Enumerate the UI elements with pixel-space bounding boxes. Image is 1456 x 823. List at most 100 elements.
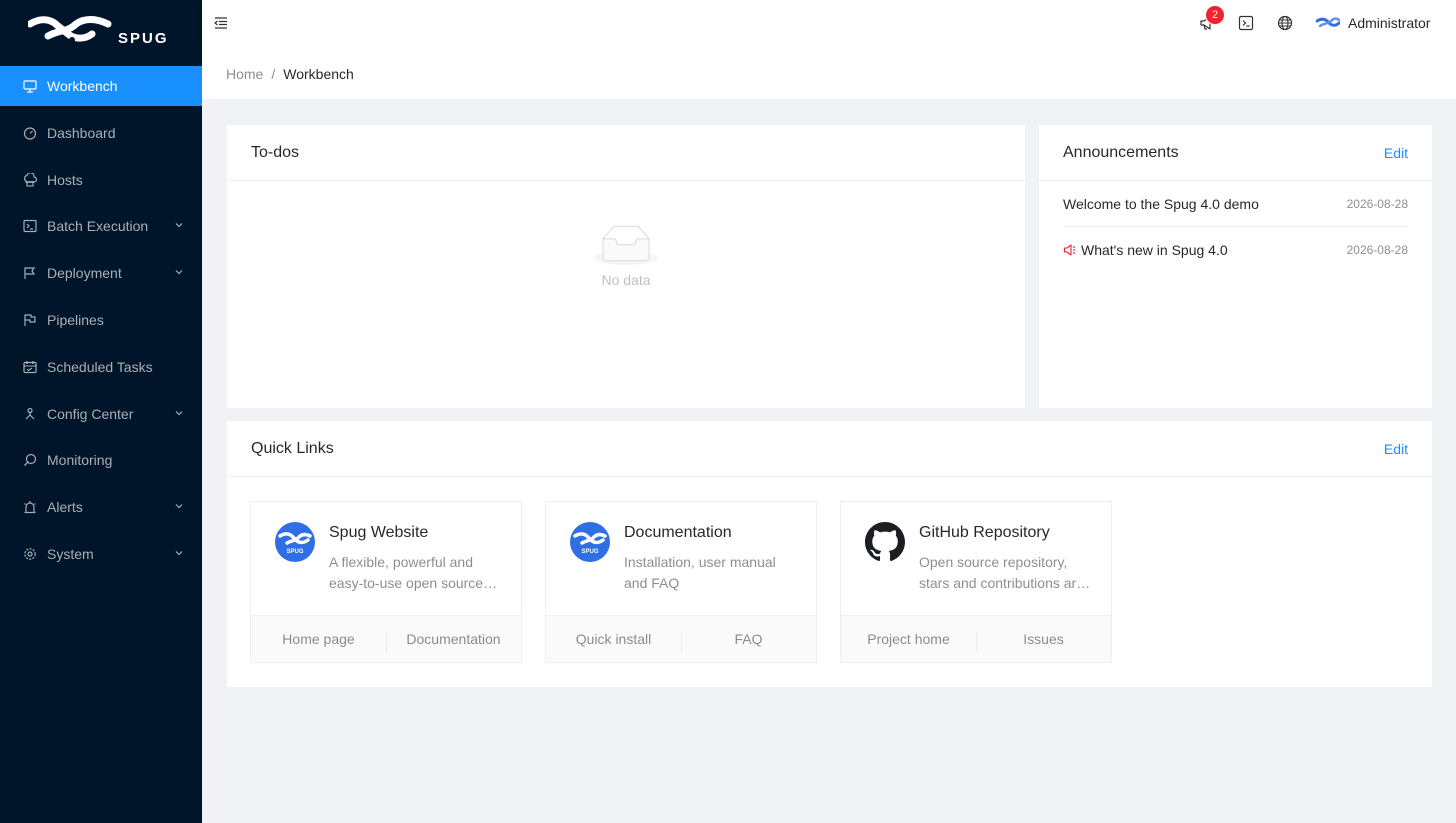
notification-badge: 2	[1206, 6, 1224, 24]
sidebar-item-pipelines[interactable]: Pipelines	[0, 300, 202, 340]
announcements-edit-link[interactable]: Edit	[1384, 145, 1408, 161]
announcement-item[interactable]: What's new in Spug 4.0 2026-08-28	[1063, 227, 1408, 273]
breadcrumb-current: Workbench	[283, 66, 354, 82]
sidebar-item-label: System	[47, 545, 94, 562]
quick-link-actions: Quick install FAQ	[546, 615, 816, 662]
breadcrumb-separator: /	[271, 66, 276, 82]
announcements-card: Announcements Edit Welcome to the Spug 4…	[1039, 125, 1432, 408]
empty-text: No data	[601, 272, 651, 288]
todos-card: To-dos No data	[227, 125, 1025, 408]
quick-link-action-project-home[interactable]: Project home	[841, 631, 976, 647]
sidebar-item-label: Monitoring	[47, 452, 113, 469]
breadcrumb-home[interactable]: Home	[226, 66, 263, 82]
sidebar-item-label: Config Center	[47, 405, 134, 422]
sidebar-item-deployment[interactable]: Deployment	[0, 253, 202, 293]
quick-link-actions: Project home Issues	[841, 615, 1111, 662]
quick-link-action-documentation[interactable]: Documentation	[386, 631, 521, 653]
sidebar-item-batch-execution[interactable]: Batch Execution	[0, 206, 202, 246]
quick-link-title: Documentation	[624, 524, 732, 541]
quick-link-desc: Open source repository, stars and contri…	[919, 554, 1084, 591]
globe-icon[interactable]	[1277, 15, 1293, 31]
announcement-list: Welcome to the Spug 4.0 demo 2026-08-28 …	[1039, 181, 1432, 273]
quick-link-title: Spug Website	[329, 524, 429, 541]
spug-avatar-icon: SPUG	[570, 522, 610, 562]
logo[interactable]: SPUG	[0, 0, 202, 66]
sidebar-item-label: Scheduled Tasks	[47, 358, 153, 375]
avatar-text: SPUG	[581, 549, 598, 555]
quick-links-title: Quick Links	[251, 439, 334, 457]
schedule-icon	[23, 360, 37, 374]
desktop-icon	[23, 79, 37, 93]
todos-title: To-dos	[251, 143, 300, 161]
quick-links-card: Quick Links Edit SPUG Spug Website A fle…	[227, 421, 1432, 687]
cloud-server-icon	[23, 172, 37, 187]
announcement-item[interactable]: Welcome to the Spug 4.0 demo 2026-08-28	[1063, 181, 1408, 227]
avatar-text: SPUG	[286, 549, 303, 555]
flag-outline-icon	[23, 313, 37, 327]
sound-icon	[1063, 244, 1076, 256]
sidebar-item-label: Alerts	[47, 499, 83, 516]
quick-link-card-documentation: SPUG Documentation Installation, user ma…	[545, 501, 817, 663]
code-icon	[23, 219, 37, 233]
sidebar-item-label: Batch Execution	[47, 218, 149, 235]
quick-links-edit-link[interactable]: Edit	[1384, 441, 1408, 457]
chevron-down-icon	[175, 504, 183, 509]
sidebar-item-workbench[interactable]: Workbench	[0, 66, 202, 106]
sidebar-item-hosts[interactable]: Hosts	[0, 160, 202, 200]
alert-icon	[23, 500, 37, 514]
github-icon	[865, 522, 905, 562]
quick-link-action-quick-install[interactable]: Quick install	[546, 631, 681, 647]
spug-avatar-icon: SPUG	[275, 522, 315, 562]
flag-icon	[23, 266, 37, 280]
user-name: Administrator	[1348, 15, 1431, 31]
top-header: 2 Administrator	[202, 0, 1456, 47]
quick-links-card-header: Quick Links Edit	[227, 421, 1432, 477]
quick-link-meta: Spug Website A flexible, powerful and ea…	[329, 522, 501, 596]
menu-fold-icon[interactable]	[214, 16, 228, 30]
sidebar-item-config-center[interactable]: Config Center	[0, 394, 202, 434]
sidebar-item-label: Dashboard	[47, 124, 116, 141]
terminal-icon[interactable]	[1238, 15, 1254, 31]
sidebar-menu: Workbench Dashboard Hosts Batch Executio…	[0, 66, 202, 574]
quick-link-body[interactable]: SPUG Documentation Installation, user ma…	[546, 502, 816, 616]
chevron-down-icon	[175, 551, 183, 556]
monitor-icon	[23, 453, 37, 467]
quick-link-title: GitHub Repository	[919, 524, 1050, 541]
announcements-title: Announcements	[1063, 143, 1179, 161]
brand-name: SPUG	[118, 30, 169, 47]
quick-link-meta: Documentation Installation, user manual …	[624, 522, 796, 596]
sidebar: SPUG Workbench Dashboard Hosts Batch Exe…	[0, 0, 202, 823]
announcement-title: Welcome to the Spug 4.0 demo	[1063, 195, 1259, 212]
sidebar-item-dashboard[interactable]: Dashboard	[0, 113, 202, 153]
quick-link-card-spug-website: SPUG Spug Website A flexible, powerful a…	[250, 501, 522, 663]
chevron-down-icon	[175, 223, 183, 228]
quick-link-body[interactable]: GitHub Repository Open source repository…	[841, 502, 1111, 616]
user-menu[interactable]: Administrator	[1316, 14, 1430, 32]
deployment-unit-icon	[23, 407, 37, 421]
sidebar-item-label: Workbench	[47, 78, 118, 94]
sidebar-item-alerts[interactable]: Alerts	[0, 487, 202, 527]
empty-state: No data	[227, 225, 1025, 288]
announcement-title-wrap: What's new in Spug 4.0	[1063, 242, 1228, 258]
announcement-title: What's new in Spug 4.0	[1081, 242, 1228, 258]
sidebar-item-monitoring[interactable]: Monitoring	[0, 440, 202, 480]
quick-link-action-faq[interactable]: FAQ	[681, 631, 816, 653]
announcement-date: 2026-08-28	[1346, 196, 1408, 211]
todos-card-header: To-dos	[227, 125, 1025, 181]
quick-link-meta: GitHub Repository Open source repository…	[919, 522, 1091, 596]
avatar	[1316, 17, 1340, 28]
sidebar-item-label: Hosts	[47, 171, 83, 188]
spug-logo-icon: SPUG	[278, 532, 312, 555]
breadcrumb: Home / Workbench	[226, 66, 354, 82]
sidebar-item-system[interactable]: System	[0, 534, 202, 574]
sidebar-item-scheduled-tasks[interactable]: Scheduled Tasks	[0, 347, 202, 387]
chevron-down-icon	[175, 270, 183, 275]
quick-link-action-home-page[interactable]: Home page	[251, 631, 386, 647]
empty-inbox-icon	[594, 225, 658, 265]
dashboard-icon	[23, 126, 37, 140]
github-avatar	[865, 522, 905, 562]
announcements-card-header: Announcements Edit	[1039, 125, 1432, 181]
quick-link-actions: Home page Documentation	[251, 615, 521, 662]
quick-link-body[interactable]: SPUG Spug Website A flexible, powerful a…	[251, 502, 521, 616]
quick-link-action-issues[interactable]: Issues	[976, 631, 1111, 653]
